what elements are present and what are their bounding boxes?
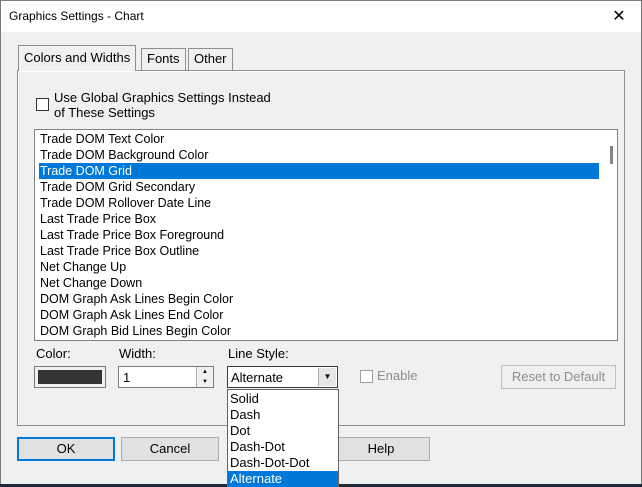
list-item[interactable]: Net Change Down xyxy=(39,275,599,291)
close-icon[interactable]: ✕ xyxy=(597,1,641,32)
line-style-dropdown-list[interactable]: Solid Dash Dot Dash-Dot Dash-Dot-Dot Alt… xyxy=(227,389,339,487)
window-title: Graphics Settings - Chart xyxy=(9,9,144,23)
list-item[interactable]: Trade DOM Background Color xyxy=(39,147,599,163)
global-settings-label-line2: of These Settings xyxy=(54,105,155,120)
width-spinner[interactable]: 1 ▲ ▼ xyxy=(118,366,214,388)
global-settings-label-line1: Use Global Graphics Settings Instead xyxy=(54,90,271,105)
width-value[interactable]: 1 xyxy=(123,370,130,385)
dropdown-option-selected[interactable]: Alternate xyxy=(228,471,338,487)
dropdown-option[interactable]: Dash-Dot-Dot xyxy=(228,455,338,471)
list-item[interactable]: Trade DOM Text Color xyxy=(39,131,599,147)
enable-label: Enable xyxy=(377,368,418,383)
list-item[interactable]: Last Trade Price Box Foreground xyxy=(39,227,599,243)
title-bar[interactable]: Graphics Settings - Chart ✕ xyxy=(1,1,641,32)
line-style-select[interactable]: Alternate ▼ xyxy=(227,366,338,388)
list-item[interactable]: Net Change Up xyxy=(39,259,599,275)
list-scrollbar-thumb[interactable] xyxy=(610,146,613,164)
enable-checkbox[interactable] xyxy=(360,370,373,383)
ok-button[interactable]: OK xyxy=(17,437,115,461)
list-item[interactable]: DOM Graph Bid Lines Begin Color xyxy=(39,323,599,339)
graphics-settings-dialog: Graphics Settings - Chart ✕ Colors and W… xyxy=(0,0,642,487)
dropdown-option[interactable]: Dash xyxy=(228,407,338,423)
list-item[interactable]: Trade DOM Grid Secondary xyxy=(39,179,599,195)
list-item[interactable]: DOM Graph Ask Lines Begin Color xyxy=(39,291,599,307)
line-style-value: Alternate xyxy=(231,370,284,385)
list-item[interactable]: Last Trade Price Box Outline xyxy=(39,243,599,259)
line-style-label: Line Style: xyxy=(228,346,289,361)
list-item[interactable]: DOM Graph Ask Lines End Color xyxy=(39,307,599,323)
reset-to-default-button[interactable]: Reset to Default xyxy=(501,365,616,389)
tab-fonts[interactable]: Fonts xyxy=(141,48,186,70)
dropdown-option[interactable]: Dash-Dot xyxy=(228,439,338,455)
color-label: Color: xyxy=(36,346,71,361)
dropdown-option[interactable]: Dot xyxy=(228,423,338,439)
graphics-element-list[interactable]: Trade DOM Text Color Trade DOM Backgroun… xyxy=(34,129,618,341)
dropdown-option[interactable]: Solid xyxy=(228,391,338,407)
list-item[interactable]: Last Trade Price Box xyxy=(39,211,599,227)
list-item[interactable]: Trade DOM Rollover Date Line xyxy=(39,195,599,211)
help-button[interactable]: Help xyxy=(332,437,430,461)
cancel-button[interactable]: Cancel xyxy=(121,437,219,461)
tab-other[interactable]: Other xyxy=(188,48,233,70)
tab-colors-and-widths[interactable]: Colors and Widths xyxy=(18,45,137,71)
color-swatch xyxy=(38,370,102,384)
color-swatch-button[interactable] xyxy=(34,366,106,388)
chevron-down-icon[interactable]: ▼ xyxy=(318,368,336,386)
list-item-selected[interactable]: Trade DOM Grid xyxy=(39,163,599,179)
spin-down-icon[interactable]: ▼ xyxy=(196,377,213,387)
width-label: Width: xyxy=(119,346,156,361)
global-settings-checkbox[interactable] xyxy=(36,98,49,111)
